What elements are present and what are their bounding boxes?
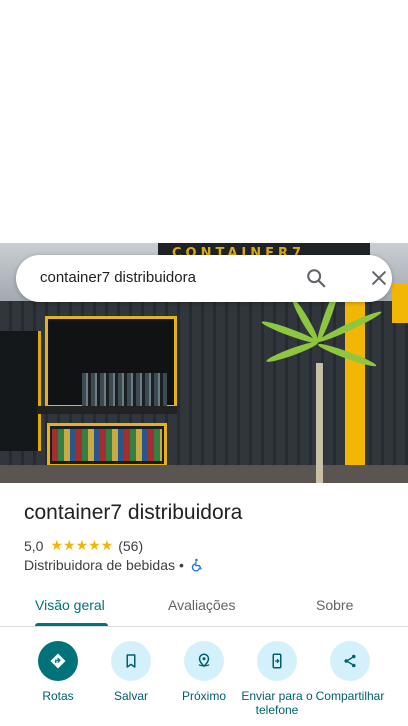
rating-stars: ★★★★★ — [50, 537, 114, 553]
directions-button[interactable]: Rotas — [21, 641, 95, 703]
place-category: Distribuidora de bebidas — [24, 557, 175, 573]
search-input[interactable]: container7 distribuidora — [40, 269, 196, 286]
close-icon[interactable] — [369, 268, 389, 288]
tab-about[interactable]: Sobre — [316, 597, 353, 613]
tabs-divider — [0, 626, 408, 627]
directions-icon[interactable] — [38, 641, 78, 681]
save-label: Salvar — [113, 689, 148, 703]
photo-bar — [37, 406, 177, 414]
photo-shelf — [0, 331, 41, 451]
tab-reviews[interactable]: Avaliações — [168, 597, 235, 613]
bookmark-icon[interactable] — [111, 641, 151, 681]
rating-value: 5,0 — [24, 537, 44, 554]
tab-overview[interactable]: Visão geral — [35, 597, 105, 613]
nearby-icon[interactable] — [184, 641, 224, 681]
nearby-label: Próximo — [181, 689, 226, 703]
send-to-phone-label: Enviar para o telefone — [241, 689, 313, 717]
map-area[interactable] — [0, 0, 408, 243]
search-icon[interactable] — [305, 267, 327, 289]
rating-row[interactable]: 5,0 ★★★★★ (56) — [24, 537, 143, 554]
save-button[interactable]: Salvar — [94, 641, 168, 703]
category-row: Distribuidora de bebidas • — [24, 557, 204, 573]
photo-palm-trunk — [316, 363, 323, 483]
directions-label: Rotas — [42, 689, 74, 703]
share-icon[interactable] — [330, 641, 370, 681]
photo-floor — [0, 465, 408, 483]
separator-dot: • — [178, 557, 184, 573]
send-to-phone-icon[interactable] — [257, 641, 297, 681]
place-title: container7 distribuidora — [24, 501, 243, 524]
wheelchair-accessible-icon[interactable] — [190, 558, 204, 572]
photo-goods — [52, 429, 162, 461]
share-button[interactable]: Compartilhar — [313, 641, 387, 703]
photo-yellow-post — [392, 283, 408, 323]
search-bar[interactable]: container7 distribuidora — [16, 255, 392, 302]
photo-bottles — [82, 373, 167, 407]
nearby-button[interactable]: Próximo — [167, 641, 241, 703]
review-count[interactable]: (56) — [118, 538, 143, 554]
send-to-phone-button[interactable]: Enviar para o telefone — [240, 641, 314, 717]
share-label: Compartilhar — [315, 689, 385, 703]
